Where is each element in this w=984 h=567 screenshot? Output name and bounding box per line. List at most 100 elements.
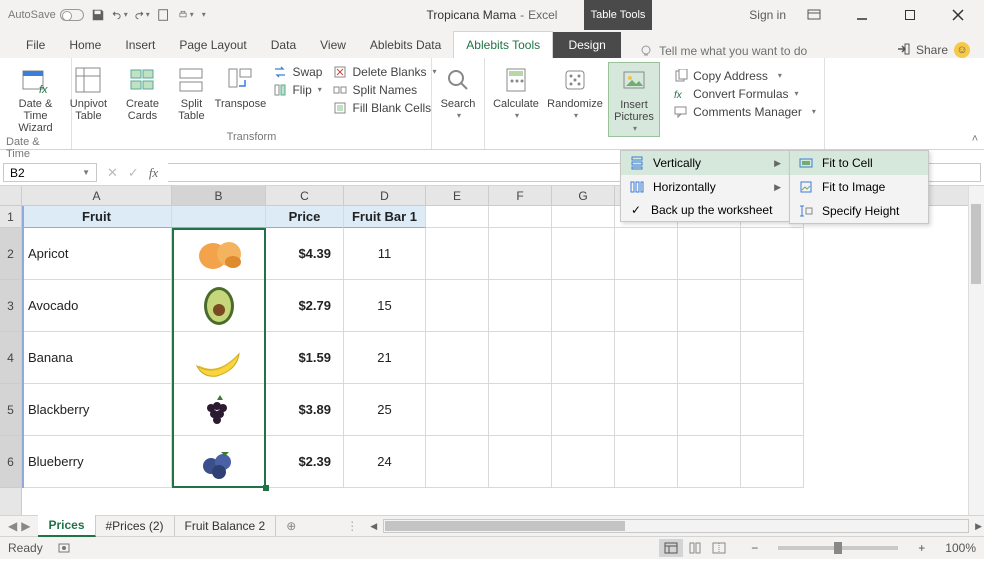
insert-pictures-button[interactable]: Insert Pictures▾ [608,62,660,137]
select-all-corner[interactable] [0,186,22,206]
undo-icon[interactable]: ▾ [112,7,128,23]
cell[interactable]: 25 [344,384,426,436]
cell[interactable]: 11 [344,228,426,280]
row-header[interactable]: 3 [0,280,21,332]
flip-button[interactable]: Flip▾ [272,82,322,98]
cell[interactable] [489,436,552,488]
cell[interactable]: 21 [344,332,426,384]
sheet-tab-fruit-balance[interactable]: Fruit Balance 2 [175,516,277,536]
ribbon-display-icon[interactable] [794,1,834,29]
cell[interactable] [678,228,741,280]
cell[interactable] [489,332,552,384]
row-header[interactable]: 2 [0,228,21,280]
share-button[interactable]: Share [896,42,948,58]
cell[interactable]: $2.39 [266,436,344,488]
cell[interactable] [678,332,741,384]
cell[interactable] [552,384,615,436]
zoom-in-button[interactable]: + [912,541,931,555]
view-normal-icon[interactable] [659,539,683,557]
quick-print-icon[interactable]: ▾ [178,7,194,23]
tab-file[interactable]: File [14,32,57,58]
cell[interactable] [741,436,804,488]
cell[interactable] [678,280,741,332]
tab-ablebits-tools[interactable]: Ablebits Tools [453,31,553,58]
cell[interactable] [741,280,804,332]
cell[interactable] [426,228,489,280]
tab-page-layout[interactable]: Page Layout [167,32,258,58]
next-sheet-icon[interactable]: ▶ [21,519,30,533]
horizontal-scrollbar[interactable] [383,519,969,533]
tab-view[interactable]: View [308,32,358,58]
cell[interactable] [426,280,489,332]
column-header[interactable]: C [266,186,344,205]
cell[interactable]: $1.59 [266,332,344,384]
calculate-button[interactable]: Calculate▾ [490,62,542,123]
menu-item-vertically[interactable]: Vertically ▶ Fit to Cell Fit to Image Sp… [621,151,789,175]
zoom-value[interactable]: 100% [945,541,976,555]
cell[interactable] [615,332,678,384]
comments-manager-button[interactable]: Comments Manager▾ [673,104,816,120]
column-header[interactable]: A [22,186,172,205]
cell[interactable] [678,436,741,488]
column-header[interactable]: B [172,186,266,205]
cell[interactable] [615,384,678,436]
image-cell[interactable] [172,436,266,488]
add-sheet-button[interactable]: ⊕ [276,519,306,533]
copy-address-button[interactable]: Copy Address▾ [673,68,816,84]
menu-item-fit-to-cell[interactable]: Fit to Cell [790,151,928,175]
autosave-toggle[interactable]: AutoSave [8,9,84,21]
image-cell[interactable] [172,384,266,436]
hscroll-left-icon[interactable]: ◀ [368,521,379,532]
maximize-button[interactable] [890,1,930,29]
tab-home[interactable]: Home [57,32,113,58]
swap-button[interactable]: Swap [272,64,322,80]
column-header[interactable]: G [552,186,615,205]
column-header[interactable]: D [344,186,426,205]
tab-data[interactable]: Data [259,32,308,58]
cell[interactable]: Blueberry [22,436,172,488]
zoom-slider[interactable] [778,546,898,550]
cell[interactable]: Avocado [22,280,172,332]
convert-formulas-button[interactable]: fxConvert Formulas▾ [673,86,816,102]
cell[interactable] [426,384,489,436]
transpose-button[interactable]: Transpose [214,62,266,112]
name-box[interactable]: B2 ▼ [3,163,97,182]
cell[interactable] [552,280,615,332]
row-header[interactable]: 4 [0,332,21,384]
cell[interactable] [741,228,804,280]
row-header[interactable]: 1 [0,206,21,228]
collapse-ribbon-icon[interactable]: ˄ [966,58,984,149]
cell[interactable]: Fruit [22,206,172,228]
cell[interactable] [552,228,615,280]
date-time-wizard-button[interactable]: fx Date & Time Wizard [10,62,62,136]
signin-link[interactable]: Sign in [749,8,786,22]
save-icon[interactable] [90,7,106,23]
redo-icon[interactable]: ▾ [134,7,150,23]
column-header[interactable]: F [489,186,552,205]
cell[interactable] [615,228,678,280]
cell[interactable] [489,384,552,436]
cell[interactable]: $3.89 [266,384,344,436]
cell[interactable]: Banana [22,332,172,384]
cell[interactable] [615,280,678,332]
cell[interactable] [489,228,552,280]
cell[interactable]: 24 [344,436,426,488]
close-button[interactable] [938,1,978,29]
cell[interactable] [426,206,489,228]
menu-item-specify-height[interactable]: Specify Height [790,199,928,223]
cell[interactable] [172,206,266,228]
cell[interactable] [552,436,615,488]
search-button[interactable]: Search▾ [432,62,484,123]
new-sheet-icon[interactable] [156,7,172,23]
cell[interactable] [741,384,804,436]
view-page-layout-icon[interactable] [683,539,707,557]
selection-fill-handle[interactable] [263,485,269,491]
minimize-button[interactable] [842,1,882,29]
column-header[interactable]: E [426,186,489,205]
cell[interactable] [678,384,741,436]
cell[interactable]: Fruit Bar 1 [344,206,426,228]
vertical-scrollbar[interactable] [968,186,984,515]
hscroll-right-icon[interactable]: ▶ [973,521,984,532]
menu-item-horizontally[interactable]: Horizontally ▶ [621,175,789,199]
menu-item-backup[interactable]: ✓ Back up the worksheet [621,199,789,221]
